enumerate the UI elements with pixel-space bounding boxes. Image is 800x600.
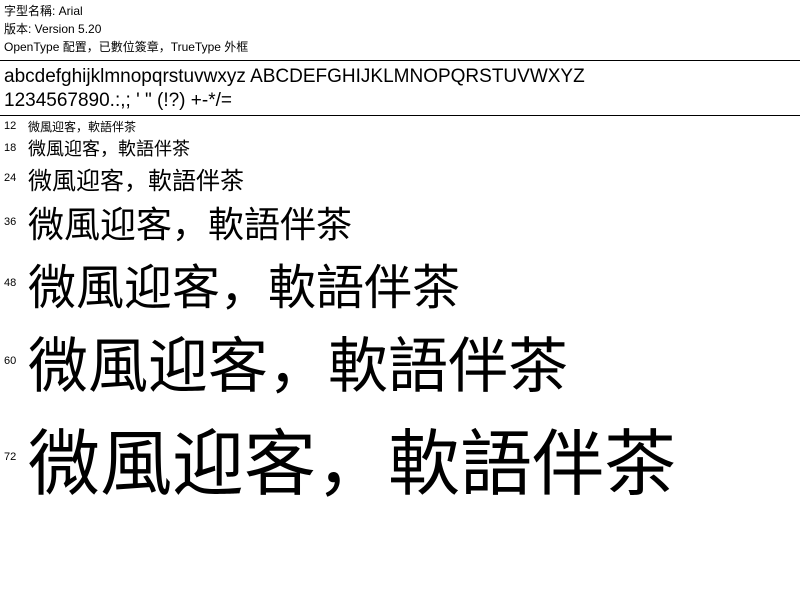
- size-samples: 12 微風迎客，軟語伴茶 18 微風迎客，軟語伴茶 24 微風迎客，軟語伴茶 3…: [0, 116, 800, 510]
- sample-row: 12 微風迎客，軟語伴茶: [0, 118, 800, 135]
- size-label: 36: [0, 216, 28, 228]
- version-value: Version 5.20: [35, 22, 102, 36]
- character-specimen: abcdefghijklmnopqrstuvwxyz ABCDEFGHIJKLM…: [0, 61, 800, 115]
- specimen-digits: 1234567890.:,; ' " (!?) +-*/=: [4, 89, 796, 113]
- sample-text-12: 微風迎客，軟語伴茶: [28, 118, 800, 135]
- sample-text-48: 微風迎客，軟語伴茶: [28, 248, 800, 318]
- font-name-value: Arial: [59, 4, 83, 18]
- sample-text-24: 微風迎客，軟語伴茶: [28, 161, 800, 196]
- features-line: OpenType 配置，已數位簽章，TrueType 外框: [4, 38, 796, 56]
- sample-text-36: 微風迎客，軟語伴茶: [28, 196, 800, 248]
- font-name-line: 字型名稱: Arial: [4, 2, 796, 20]
- version-label: 版本:: [4, 22, 35, 36]
- sample-row: 36 微風迎客，軟語伴茶: [0, 196, 800, 248]
- size-label: 24: [0, 172, 28, 184]
- sample-text-72: 微風迎客，軟語伴茶: [28, 405, 800, 510]
- version-line: 版本: Version 5.20: [4, 20, 796, 38]
- sample-text-18: 微風迎客，軟語伴茶: [28, 135, 800, 161]
- font-info-header: 字型名稱: Arial 版本: Version 5.20 OpenType 配置…: [0, 0, 800, 60]
- sample-row: 60 微風迎客，軟語伴茶: [0, 318, 800, 405]
- sample-row: 72 微風迎客，軟語伴茶: [0, 405, 800, 510]
- sample-row: 48 微風迎客，軟語伴茶: [0, 248, 800, 318]
- font-name-label: 字型名稱:: [4, 4, 59, 18]
- specimen-alpha: abcdefghijklmnopqrstuvwxyz ABCDEFGHIJKLM…: [4, 65, 796, 89]
- size-label: 72: [0, 451, 28, 463]
- size-label: 18: [0, 142, 28, 154]
- sample-row: 24 微風迎客，軟語伴茶: [0, 161, 800, 196]
- size-label: 12: [0, 120, 28, 132]
- size-label: 60: [0, 355, 28, 367]
- size-label: 48: [0, 277, 28, 289]
- sample-row: 18 微風迎客，軟語伴茶: [0, 135, 800, 161]
- sample-text-60: 微風迎客，軟語伴茶: [28, 318, 800, 405]
